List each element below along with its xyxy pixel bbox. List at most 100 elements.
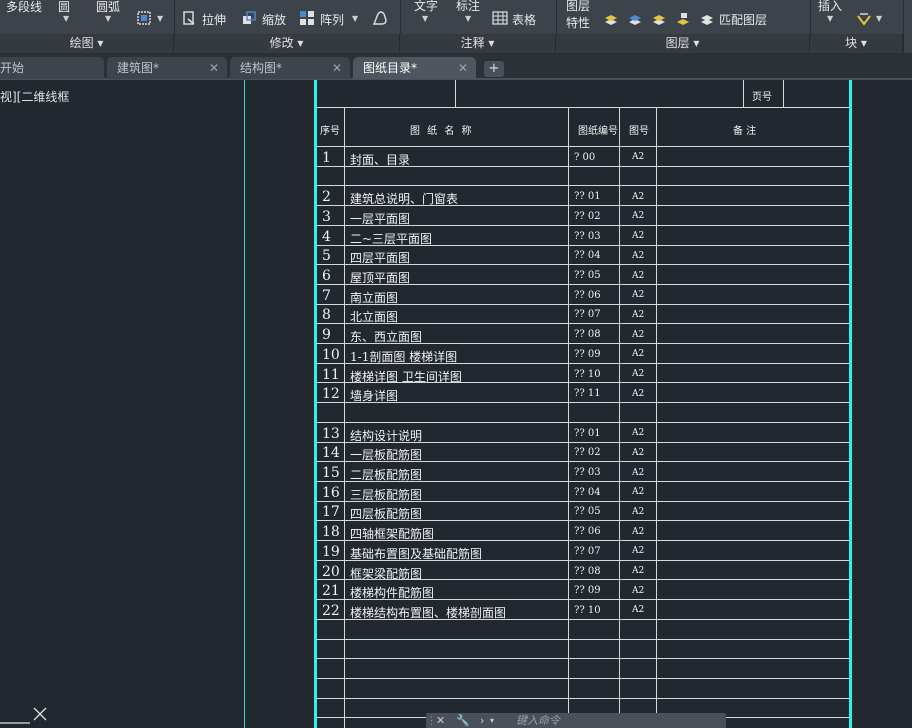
drawing-code: ?? 03	[574, 231, 601, 242]
page-number-header: 页号	[752, 92, 772, 103]
group-annotation[interactable]: 注释 ▾	[400, 34, 556, 53]
array-dropdown-icon[interactable]: ▼	[352, 14, 358, 23]
close-icon[interactable]: ✕	[332, 57, 342, 79]
table-line	[316, 658, 849, 659]
chevron-down-icon[interactable]: ▾	[490, 713, 494, 728]
row-number: 22	[322, 603, 340, 619]
tab-start-label: 开始	[0, 61, 25, 75]
drawing-name: 结构设计说明	[350, 429, 423, 443]
match-layer-icon[interactable]	[699, 10, 715, 26]
table-line	[344, 107, 345, 728]
layer-lock-icon[interactable]	[675, 10, 691, 26]
rectangle-dropdown-icon[interactable]: ▼	[157, 14, 163, 23]
insert-dropdown-icon[interactable]: ▼	[827, 14, 833, 23]
table-line	[316, 639, 849, 640]
close-icon[interactable]: ✕	[209, 57, 219, 79]
polyline-button[interactable]: 多段线	[6, 0, 42, 15]
close-icon[interactable]: ✕	[458, 57, 468, 79]
dimension-dropdown-icon[interactable]: ▼	[465, 14, 471, 23]
insert-button[interactable]: 插入	[818, 0, 842, 14]
drawing-code: ?? 05	[574, 506, 601, 517]
drawing-size: A2	[632, 349, 645, 359]
array-icon[interactable]	[299, 10, 315, 26]
block-edit-icon[interactable]	[856, 10, 872, 26]
group-block[interactable]: 块 ▾	[810, 34, 903, 53]
block-edit-dropdown-icon[interactable]: ▼	[876, 14, 882, 23]
circle-dropdown-icon[interactable]: ▼	[63, 14, 69, 23]
drawing-code: ?? 05	[574, 270, 601, 281]
array-button[interactable]: 阵列	[320, 11, 344, 28]
drawing-size: A2	[632, 290, 645, 300]
text-button[interactable]: 文字	[414, 0, 438, 14]
drawing-name: 南立面图	[350, 291, 399, 305]
group-layers[interactable]: 图层 ▾	[556, 34, 810, 53]
table-button[interactable]: 表格	[512, 11, 536, 28]
dimension-button[interactable]: 标注	[456, 0, 480, 14]
column-header-code: 图纸编号	[578, 126, 618, 137]
join-icon[interactable]	[372, 10, 388, 26]
tab-drawing-index[interactable]: 图纸目录* ✕	[353, 57, 476, 79]
drawing-size: A2	[632, 487, 645, 497]
row-number: 19	[322, 544, 340, 560]
match-layer-button[interactable]: 匹配图层	[719, 11, 767, 28]
layer-off-icon[interactable]	[651, 10, 667, 26]
drawing-code: ?? 10	[574, 605, 601, 616]
row-number: 12	[322, 386, 340, 402]
row-number: 11	[322, 367, 340, 383]
rectangle-icon[interactable]	[136, 10, 152, 26]
tab-architecture[interactable]: 建筑图* ✕	[107, 57, 227, 79]
group-draw[interactable]: 绘图 ▾	[0, 34, 174, 53]
table-line	[316, 185, 849, 186]
wrench-icon[interactable]: 🔧	[456, 713, 470, 728]
row-number: 15	[322, 465, 340, 481]
scale-icon[interactable]	[241, 10, 257, 26]
drawing-name: 1-1剖面图 楼梯详图	[350, 350, 458, 364]
row-number: 16	[322, 485, 340, 501]
drawing-size: A2	[632, 231, 645, 241]
drawing-size: A2	[632, 152, 645, 162]
stretch-button[interactable]: 拉伸	[202, 11, 226, 28]
drawing-name: 三层板配筋图	[350, 488, 423, 502]
chevron-right-icon[interactable]: ›	[480, 713, 484, 728]
layer-properties-label: 特性	[566, 16, 591, 30]
arc-button[interactable]: 圆弧	[96, 0, 120, 15]
tab-drawing-index-label: 图纸目录*	[363, 61, 418, 75]
drawing-name: 楼梯详图 卫生间详图	[350, 370, 462, 384]
group-annotation-label: 注释	[460, 36, 485, 50]
drawing-size: A2	[632, 468, 645, 478]
viewport-controls[interactable]: 视][二维线框	[0, 88, 69, 105]
text-dropdown-icon[interactable]: ▼	[422, 14, 428, 23]
column-header-no: 序号	[320, 126, 340, 137]
layer-isolate-icon[interactable]	[603, 10, 619, 26]
sheet-left-border	[314, 80, 317, 728]
tab-start[interactable]: 开始	[0, 57, 104, 79]
table-line	[316, 107, 849, 108]
table-icon[interactable]	[492, 10, 508, 26]
drawing-code: ?? 07	[574, 546, 601, 557]
new-tab-button[interactable]: +	[484, 61, 504, 77]
group-modify[interactable]: 修改 ▾	[174, 34, 400, 53]
tab-structure[interactable]: 结构图* ✕	[230, 57, 350, 79]
close-icon[interactable]: ✕	[436, 713, 445, 728]
drawing-name: 墙身详图	[350, 389, 399, 403]
drawing-name: 北立面图	[350, 310, 399, 324]
table-line	[656, 107, 657, 728]
drawing-name: 二层板配筋图	[350, 468, 423, 482]
row-number: 1	[322, 150, 331, 166]
circle-button[interactable]: 圆	[58, 0, 70, 15]
autocad-window: 多段线 圆 ▼ 圆弧 ▼ ▼ 拉伸 缩放 阵列 ▼ 文字 ▼ 标注 ▼ 表格 图…	[0, 0, 912, 728]
drawing-size: A2	[632, 586, 645, 596]
row-number: 7	[322, 288, 331, 304]
row-number: 6	[322, 268, 331, 284]
command-input[interactable]: 键入命令	[516, 713, 560, 728]
drawing-size: A2	[632, 527, 645, 537]
group-modify-label: 修改	[269, 36, 294, 50]
arc-dropdown-icon[interactable]: ▼	[105, 14, 111, 23]
drawing-size: A2	[632, 566, 645, 576]
command-line[interactable]: ⋮ ✕ 🔧 › ▾ 键入命令	[426, 713, 726, 728]
scale-button[interactable]: 缩放	[262, 11, 286, 28]
layer-freeze-icon[interactable]	[627, 10, 643, 26]
drawing-size: A2	[632, 192, 645, 202]
layer-properties-button[interactable]: 图层	[566, 0, 590, 14]
stretch-icon[interactable]	[181, 10, 197, 26]
